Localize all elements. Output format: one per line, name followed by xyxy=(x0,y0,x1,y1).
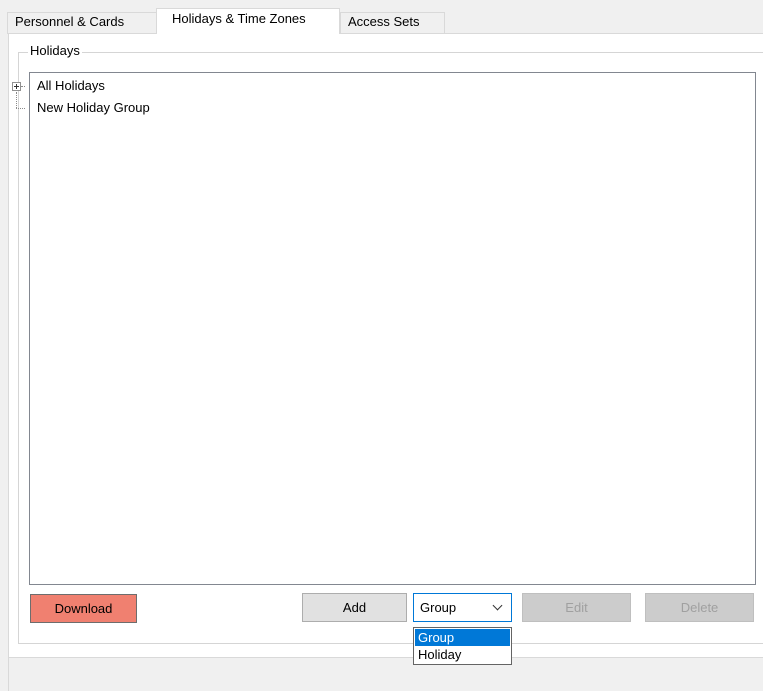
tree-node-all-holidays[interactable]: All Holidays xyxy=(37,78,105,94)
add-button-label: Add xyxy=(342,600,367,615)
tab-label: Personnel & Cards xyxy=(15,14,125,29)
tree-node-label: All Holidays xyxy=(37,78,105,93)
tab-label: Access Sets xyxy=(348,14,420,29)
tree-node-label: New Holiday Group xyxy=(37,100,150,115)
tab-personnel-cards[interactable]: Personnel & Cards xyxy=(7,12,157,34)
tab-label: Holidays & Time Zones xyxy=(172,11,306,26)
holidays-groupbox-title: Holidays xyxy=(28,43,82,59)
download-button-label: Download xyxy=(54,601,113,616)
download-button[interactable]: Download xyxy=(30,594,137,623)
add-type-dropdown-list: Group Holiday xyxy=(413,627,512,665)
tree-connector xyxy=(21,86,25,87)
dropdown-option-holiday[interactable]: Holiday xyxy=(415,646,510,663)
delete-button[interactable]: Delete xyxy=(645,593,754,622)
dropdown-option-group[interactable]: Group xyxy=(415,629,510,646)
tab-access-sets[interactable]: Access Sets xyxy=(340,12,445,34)
expand-plus-icon[interactable] xyxy=(12,82,21,91)
tab-holidays-time-zones[interactable]: Holidays & Time Zones xyxy=(156,8,340,34)
add-type-select[interactable]: Group xyxy=(413,593,512,622)
dropdown-option-label: Holiday xyxy=(418,647,462,662)
edit-button-label: Edit xyxy=(565,600,588,615)
chevron-down-icon[interactable] xyxy=(492,600,503,611)
edit-button[interactable]: Edit xyxy=(522,593,631,622)
dropdown-option-label: Group xyxy=(418,630,455,645)
delete-button-label: Delete xyxy=(680,600,719,615)
tree-node-new-holiday-group[interactable]: New Holiday Group xyxy=(37,100,150,116)
tree-connector xyxy=(16,92,17,108)
add-button[interactable]: Add xyxy=(302,593,407,622)
add-type-select-value: Group xyxy=(420,600,457,615)
tree-connector xyxy=(16,108,25,109)
holidays-tree[interactable] xyxy=(29,72,756,585)
